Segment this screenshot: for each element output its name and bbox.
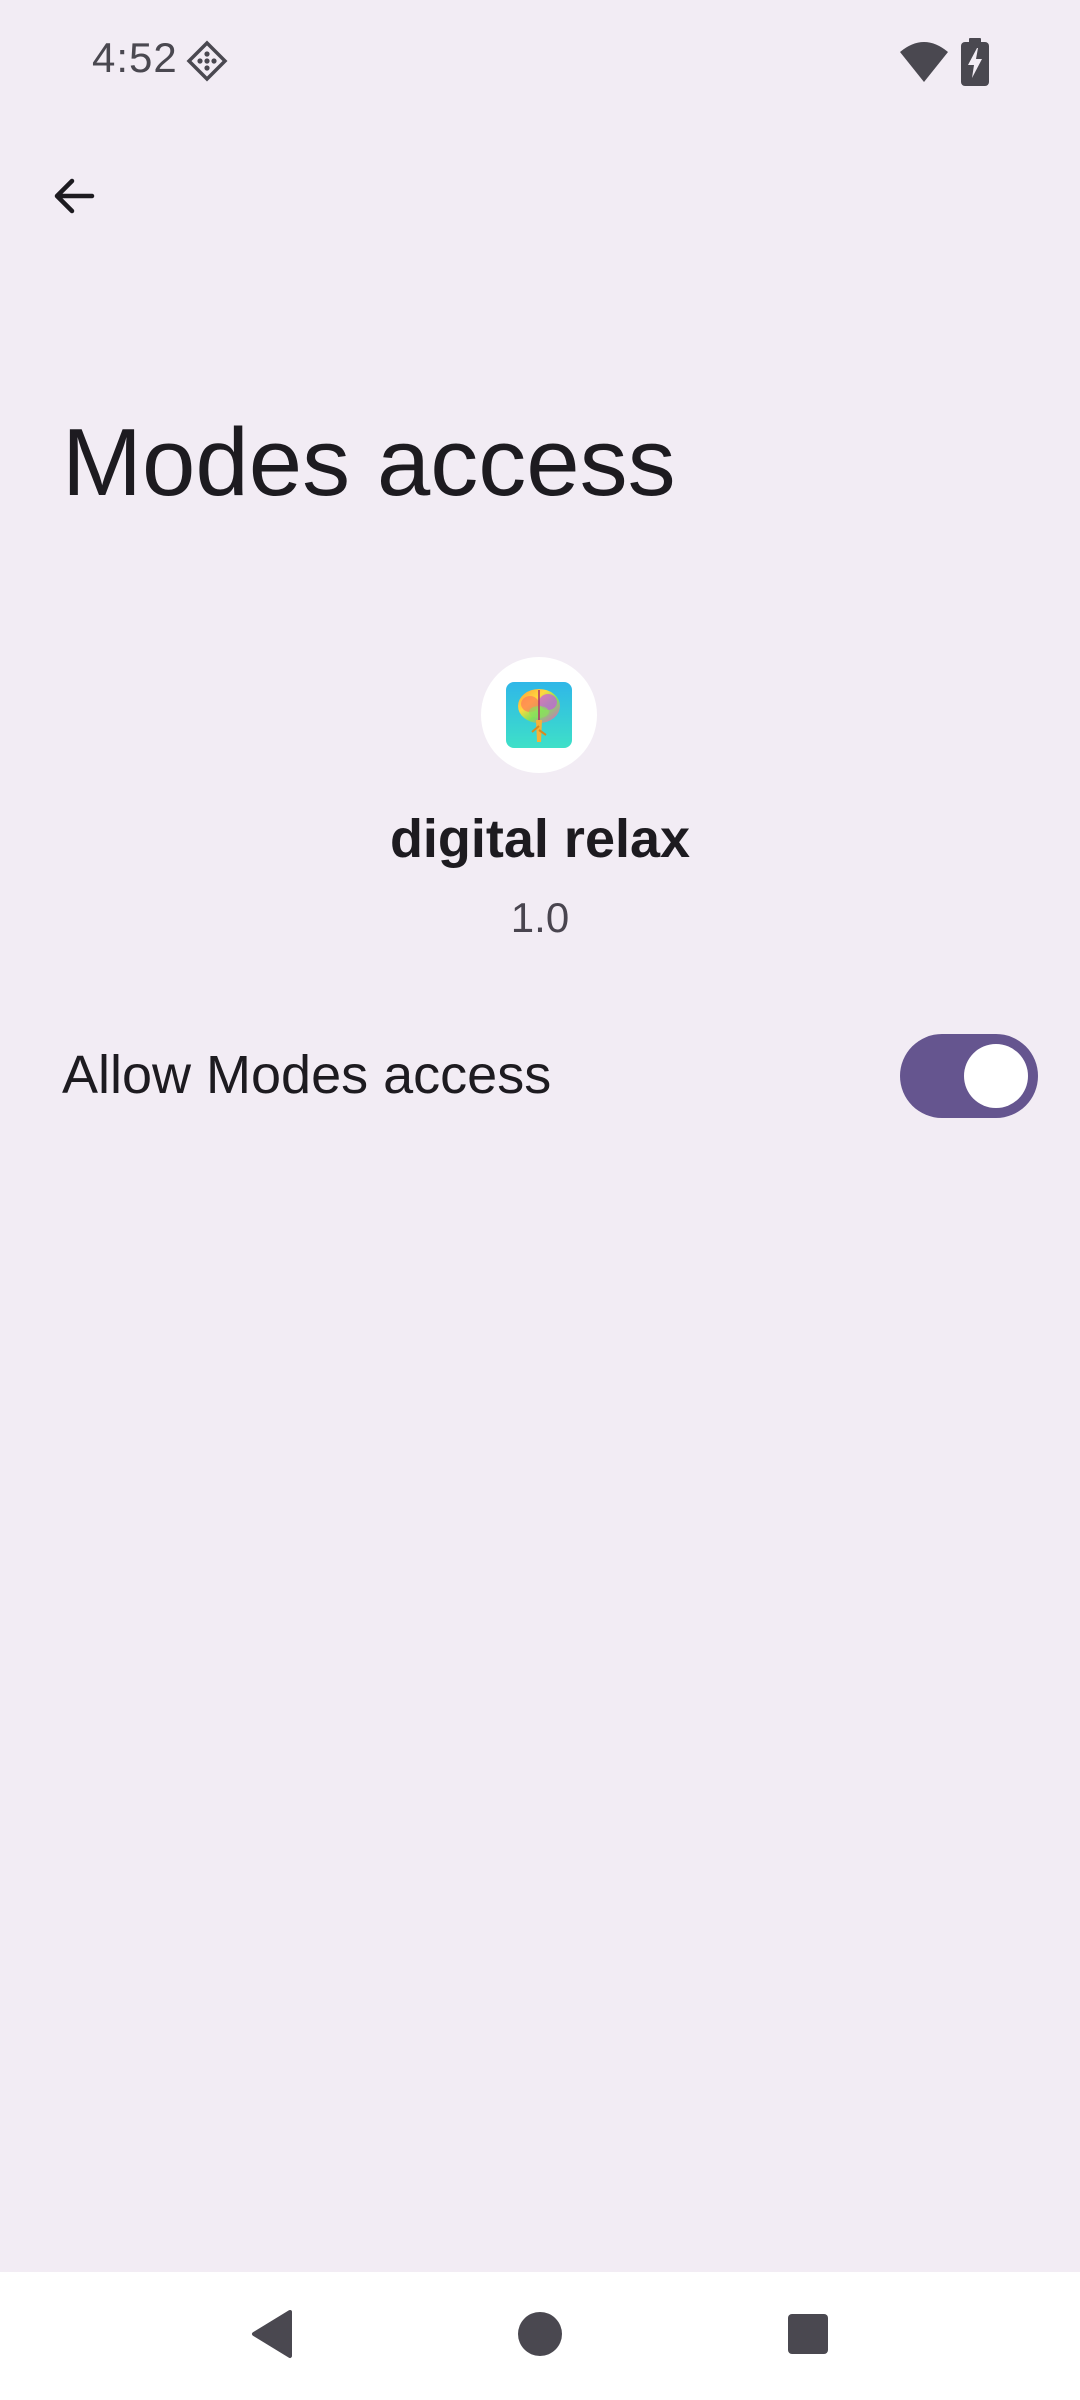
app-name: digital relax [389,809,691,869]
status-bar: 4:52 [0,0,1080,124]
navigation-bar [0,2272,1080,2400]
nav-back-button[interactable] [232,2296,312,2376]
battery-charging-icon [960,38,990,86]
brain-tree-app-icon [506,682,572,748]
app-version: 1.0 [510,894,570,941]
allow-modes-access-switch[interactable] [900,1034,1038,1118]
arrow-left-icon [50,172,98,225]
status-time: 4:52 [92,34,178,81]
app-icon-container [481,657,597,773]
switch-thumb [964,1044,1028,1108]
diamond-notification-icon [186,40,228,82]
nav-home-circle-icon [516,2310,564,2363]
allow-modes-access-row[interactable]: Allow Modes access [0,1010,1080,1146]
allow-modes-access-label: Allow Modes access [62,1045,552,1105]
nav-recents-button[interactable] [768,2296,848,2376]
nav-home-button[interactable] [500,2296,580,2376]
page-title: Modes access [62,409,676,516]
back-button[interactable] [28,152,120,244]
nav-back-triangle-icon [248,2308,296,2365]
nav-recents-square-icon [786,2312,830,2361]
wifi-icon [898,40,950,84]
